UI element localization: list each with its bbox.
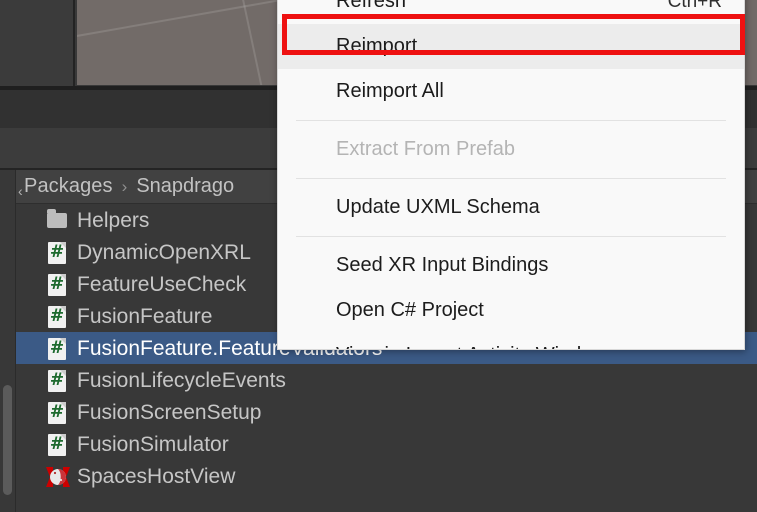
file-list-item-label: FusionLifecycleEvents (77, 368, 286, 392)
scene-gridline (236, 0, 272, 85)
csharp-script-icon: # (48, 273, 66, 296)
file-list-item[interactable]: SpacesHostView (16, 460, 757, 492)
csharp-script-icon: # (48, 401, 66, 424)
context-menu-separator (296, 178, 726, 179)
context-menu-item[interactable]: Seed XR Input Bindings (278, 243, 744, 288)
context-menu-item-label: Reimport All (336, 80, 444, 102)
context-menu-item-label: Open C# Project (336, 299, 484, 321)
file-list-item-label: FusionFeature (77, 304, 213, 328)
context-menu-item[interactable]: Reimport All (278, 69, 744, 114)
context-menu-item[interactable]: Refresh Ctrl+R (278, 0, 744, 24)
scene-view-gutter (0, 0, 75, 86)
context-menu-separator (296, 236, 726, 237)
csharp-script-icon: # (48, 369, 66, 392)
breadcrumb-current[interactable]: Snapdrago (136, 175, 234, 198)
csharp-script-icon: # (48, 337, 66, 360)
csharp-script-icon: # (48, 305, 66, 328)
context-menu-item[interactable]: View in Import Activity Window (278, 333, 744, 349)
csharp-script-icon: # (48, 433, 66, 456)
back-arrow-icon[interactable]: ‹ (18, 183, 23, 199)
csharp-script-icon: # (48, 241, 66, 264)
unity-editor-window: ‹ Packages › Snapdrago Helpers # DynamicOp… (0, 0, 757, 512)
file-list-item-label: FusionScreenSetup (77, 400, 262, 424)
file-list-item[interactable]: # FusionSimulator (16, 428, 757, 460)
file-list-item[interactable]: # FusionScreenSetup (16, 396, 757, 428)
file-list-item-label: FeatureUseCheck (77, 272, 247, 296)
file-list-item-label: SpacesHostView (77, 464, 236, 488)
vertical-scrollbar[interactable] (3, 385, 12, 495)
context-menu-item-label: Refresh (336, 0, 407, 12)
context-menu-item-label: Extract From Prefab (336, 138, 515, 160)
file-list-item-label: DynamicOpenXRL (77, 240, 251, 264)
context-menu-item-label: Seed XR Input Bindings (336, 254, 549, 276)
context-menu-item-label: Reimport (336, 35, 418, 57)
context-menu-item[interactable]: Reimport (278, 24, 744, 69)
file-list-item-label: Helpers (77, 208, 150, 232)
context-menu-item-label: View in Import Activity Window (336, 344, 607, 349)
chevron-right-icon: › (121, 176, 128, 196)
context-menu[interactable]: Refresh Ctrl+R Reimport Reimport All Extract… (277, 0, 745, 350)
file-list-item-label: FusionSimulator (77, 432, 229, 456)
context-menu-item[interactable]: Update UXML Schema (278, 185, 744, 230)
file-list-item[interactable]: # FusionLifecycleEvents (16, 364, 757, 396)
context-menu-separator (296, 120, 726, 121)
context-menu-item-shortcut: Ctrl+R (667, 0, 722, 12)
context-menu-item: Extract From Prefab (278, 127, 744, 172)
breadcrumb-root[interactable]: Packages (24, 175, 113, 198)
prefab-icon (46, 464, 70, 489)
context-menu-item-label: Update UXML Schema (336, 196, 540, 218)
context-menu-item[interactable]: Open C# Project (278, 288, 744, 333)
folder-icon (46, 208, 68, 233)
